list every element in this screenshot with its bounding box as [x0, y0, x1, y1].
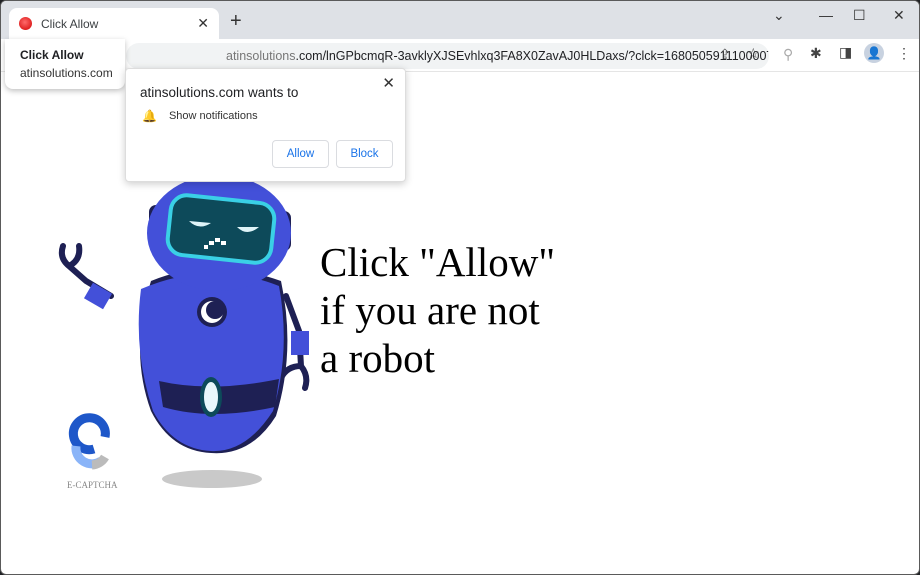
share-icon[interactable]: ⇪	[719, 46, 731, 63]
headline: Click "Allow" if you are not a robot	[320, 238, 555, 382]
close-icon[interactable]: ✕	[382, 74, 395, 92]
allow-button[interactable]: Allow	[272, 140, 329, 168]
maximize-icon[interactable]: ☐	[853, 7, 866, 24]
permission-item: 🔔 Show notifications	[142, 109, 258, 123]
url-host: atinsolutions	[226, 49, 296, 63]
block-button[interactable]: Block	[336, 140, 393, 168]
tab-bar: Click Allow ✕ + ⌄ — ☐ ✕	[1, 1, 919, 39]
tab-title: Click Allow	[41, 16, 99, 31]
robot-illustration	[58, 175, 310, 488]
minimize-icon[interactable]: —	[819, 7, 833, 23]
extension-icon[interactable]: ⚲	[783, 46, 793, 63]
headline-line-3: a robot	[320, 335, 435, 381]
permission-item-label: Show notifications	[168, 110, 258, 122]
tab-click-allow[interactable]: Click Allow ✕	[9, 8, 219, 39]
headline-line-1: Click "Allow"	[320, 239, 556, 285]
hovercard-title: Click Allow	[20, 48, 84, 62]
notification-permission-dialog: atinsolutions.com wants to ✕ 🔔 Show notif…	[125, 68, 406, 182]
url-path: .com/lnGPbcmqR-3avklyXJSEvhlxq3FA8X0ZavA…	[295, 49, 770, 63]
new-tab-button[interactable]: +	[230, 10, 242, 33]
robot-visor	[165, 193, 277, 265]
side-panel-icon[interactable]: ◨	[839, 44, 852, 61]
tab-search-icon[interactable]: ⌄	[773, 7, 785, 24]
hovercard-url: atinsolutions.com	[20, 66, 113, 80]
tab-hover-card: Click Allow atinsolutions.com	[5, 39, 125, 89]
robot-left-arm	[58, 243, 114, 299]
bell-icon: 🔔	[142, 109, 157, 123]
headline-line-2: if you are not	[320, 287, 540, 333]
e-captcha-logo	[68, 413, 110, 455]
e-captcha-logo-text: E-CAPTCHA	[67, 480, 118, 490]
extensions-puzzle-icon[interactable]: ✱	[810, 45, 822, 62]
profile-avatar-icon[interactable]: 👤	[864, 43, 884, 63]
tab-close-icon[interactable]: ✕	[197, 15, 209, 32]
favicon-icon	[19, 17, 32, 30]
menu-icon[interactable]: ⋮	[897, 45, 911, 62]
browser-window: Click Allow ✕ + ⌄ — ☐ ✕ ⌂ atinsolutions.…	[0, 0, 920, 575]
bookmark-star-icon[interactable]: ☆	[747, 45, 760, 62]
permission-title: atinsolutions.com wants to	[140, 85, 299, 100]
address-bar[interactable]: atinsolutions .com/lnGPbcmqR-3avklyXJSEvh…	[126, 43, 769, 69]
close-window-icon[interactable]: ✕	[893, 7, 905, 24]
robot-shadow	[162, 470, 262, 488]
